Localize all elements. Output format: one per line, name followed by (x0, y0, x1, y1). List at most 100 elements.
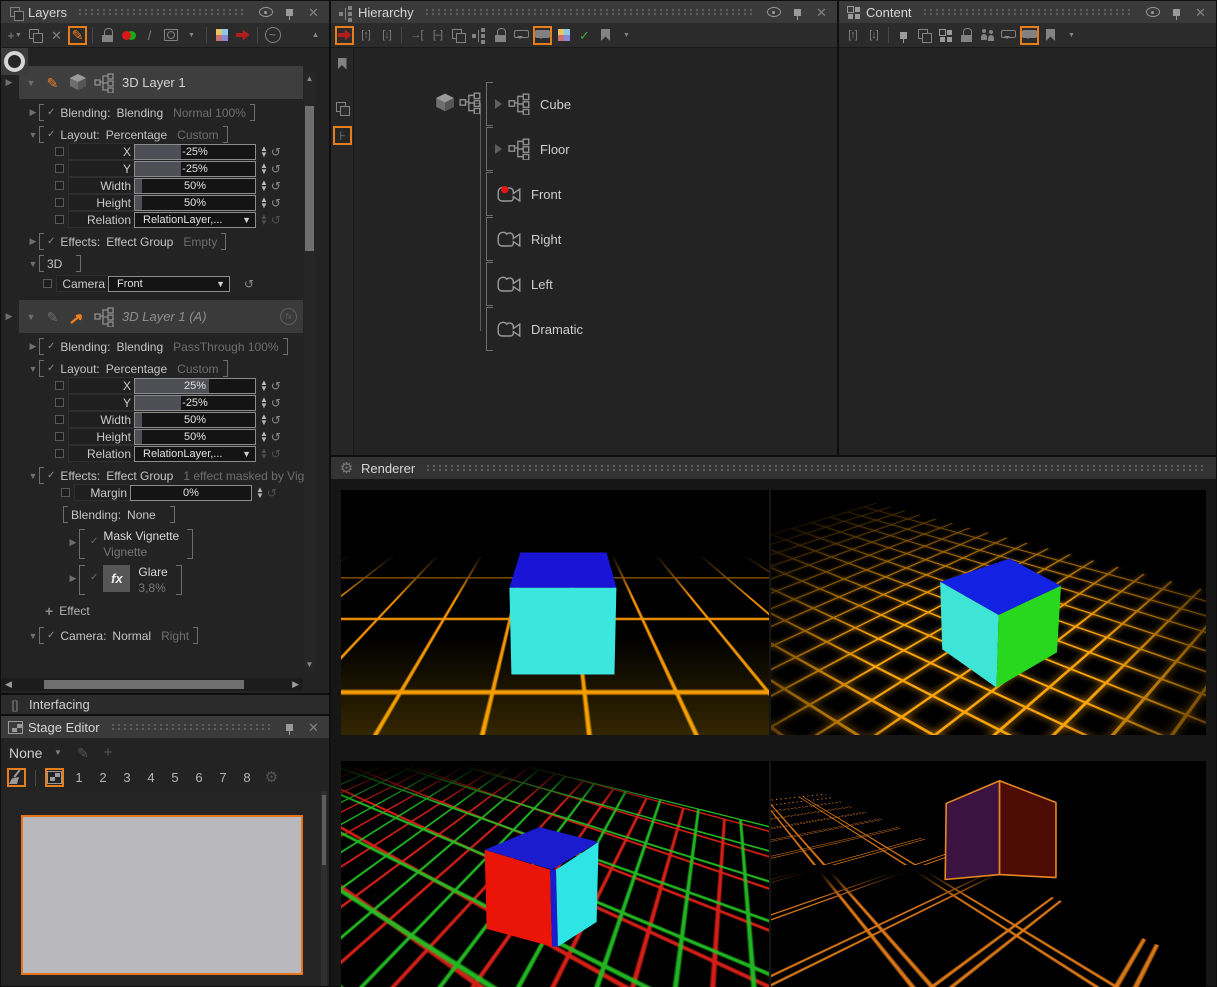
lock-icon[interactable] (491, 26, 510, 45)
bookmark-icon[interactable] (1041, 26, 1060, 45)
stepper[interactable]: ▲▼ (256, 487, 264, 499)
panel-drag-texture[interactable] (425, 464, 1205, 472)
checkbox[interactable] (55, 432, 64, 441)
check-icon[interactable]: ✓ (47, 129, 55, 140)
pin-icon[interactable] (1167, 3, 1186, 22)
pin-icon[interactable] (280, 718, 299, 737)
check-icon[interactable]: ✓ (47, 363, 55, 374)
check-icon[interactable]: ✓ (575, 26, 594, 45)
interfacing-panel[interactable]: Interfacing (0, 694, 330, 715)
duplicate-icon[interactable] (333, 99, 352, 118)
layer-row-3d-layer-1[interactable]: ▶ ▼ ✎ 3D Layer 1 (3, 66, 303, 99)
duplicate-icon[interactable] (915, 26, 934, 45)
panel-drag-texture[interactable] (922, 8, 1133, 16)
eye-icon[interactable] (1143, 3, 1162, 22)
effect-item-mask-vignette[interactable]: ▶ ✓ Mask Vignette Vignette (67, 529, 329, 559)
users-icon[interactable] (978, 26, 997, 45)
move-down-icon[interactable]: [↓] (377, 26, 396, 45)
red-arrow-icon[interactable] (233, 26, 252, 45)
checkbox[interactable] (55, 147, 64, 156)
viewport-right[interactable] (771, 490, 1206, 735)
expander-icon[interactable] (495, 99, 507, 109)
stage-slot-7[interactable]: 7 (214, 770, 232, 785)
stage-slot-4[interactable]: 4 (142, 770, 160, 785)
solo-mute-icon[interactable] (119, 26, 138, 45)
layer-expander-icon[interactable]: ▶ (3, 311, 15, 322)
reset-icon[interactable]: ↺ (271, 162, 281, 176)
dropdown-arrow-icon[interactable]: ▼ (1062, 26, 1081, 45)
stepper[interactable]: ▲▼ (260, 431, 268, 443)
viewport-dramatic[interactable] (771, 761, 1206, 987)
reset-icon[interactable]: ↺ (271, 413, 281, 427)
expander-icon[interactable]: ▶ (67, 537, 79, 548)
eye-icon[interactable] (764, 3, 783, 22)
vertical-scrollbar[interactable]: ▲▼ (304, 72, 315, 671)
3d-section[interactable]: ▼ 3D (27, 255, 329, 272)
check-icon[interactable]: ✓ (47, 470, 55, 481)
expander-icon[interactable]: ▼ (27, 471, 39, 481)
expander-icon[interactable]: ▶ (27, 341, 39, 352)
stage-slot-8[interactable]: 8 (238, 770, 256, 785)
reset-icon[interactable]: ↺ (271, 145, 281, 159)
stage-slot-5[interactable]: 5 (166, 770, 184, 785)
dropdown-arrow-icon[interactable]: ▼ (48, 743, 67, 762)
expander-icon[interactable]: ▼ (27, 364, 39, 374)
check-icon[interactable]: ✓ (90, 572, 98, 583)
panel-drag-texture[interactable] (110, 723, 270, 731)
panel-drag-texture[interactable] (77, 8, 246, 16)
effects-section[interactable]: ▶ ✓ Effects: Effect Group Empty (27, 233, 329, 250)
checkbox[interactable] (55, 215, 64, 224)
mask-shape-icon[interactable] (161, 26, 180, 45)
stepper[interactable]: ▲▼ (260, 380, 268, 392)
tree-node-left[interactable]: Left (486, 262, 553, 306)
check-icon[interactable]: ✓ (47, 107, 55, 118)
thumbnail-grid-icon[interactable] (936, 26, 955, 45)
y-field[interactable]: -25% (134, 395, 256, 411)
duplicate-icon[interactable] (449, 26, 468, 45)
insert-icon[interactable]: →[ (407, 26, 426, 45)
comment-filled-icon[interactable] (533, 26, 552, 45)
relation-dropdown[interactable]: RelationLayer,...▼ (134, 212, 256, 228)
tag-icon[interactable] (894, 26, 913, 45)
expander-icon[interactable]: ▶ (27, 107, 39, 118)
bookmark-icon[interactable] (333, 54, 352, 73)
scrollbar-thumb[interactable] (305, 106, 314, 251)
add-layer-button[interactable]: +▼ (5, 26, 24, 45)
expander-icon[interactable]: ▶ (67, 573, 79, 584)
close-icon[interactable]: ✕ (304, 718, 323, 737)
panel-drag-texture[interactable] (424, 8, 754, 16)
width-field[interactable]: 50% (134, 178, 256, 194)
expander-icon[interactable]: ▼ (27, 259, 39, 269)
pin-icon[interactable] (280, 3, 299, 22)
viewport-stereo[interactable] (341, 761, 769, 987)
expander-icon[interactable]: ▼ (27, 631, 39, 641)
lock-icon[interactable] (957, 26, 976, 45)
layout-mode-icon[interactable] (45, 768, 64, 787)
reset-icon[interactable]: ↺ (271, 179, 281, 193)
stage-slot-2[interactable]: 2 (94, 770, 112, 785)
tree-node-floor[interactable]: Floor (486, 127, 570, 171)
close-icon[interactable]: ✕ (1191, 3, 1210, 22)
stepper[interactable]: ▲▼ (260, 163, 268, 175)
close-icon[interactable]: ✕ (812, 3, 831, 22)
stage-screen-preview[interactable] (21, 815, 303, 975)
stepper[interactable]: ▲▼ (260, 197, 268, 209)
horizontal-scrollbar[interactable]: ◀▶ (1, 678, 303, 691)
layer-expander-icon[interactable]: ▶ (3, 77, 15, 88)
stepper[interactable]: ▲▼ (260, 146, 268, 158)
height-field[interactable]: 50% (134, 195, 256, 211)
height-field[interactable]: 50% (134, 429, 256, 445)
red-arrow-icon[interactable] (335, 26, 354, 45)
eye-icon[interactable] (256, 3, 275, 22)
x-field[interactable]: -25% (134, 144, 256, 160)
relation-dropdown[interactable]: RelationLayer,...▼ (134, 446, 256, 462)
checkbox[interactable] (55, 398, 64, 407)
slash-icon[interactable]: / (140, 26, 159, 45)
tree-view-icon[interactable] (470, 26, 489, 45)
reset-icon[interactable]: ↺ (271, 396, 281, 410)
checkbox[interactable] (55, 181, 64, 190)
effects-section[interactable]: ▼ ✓ Effects: Effect Group 1 effect maske… (27, 467, 329, 484)
check-icon[interactable]: ✓ (47, 630, 55, 641)
check-icon[interactable]: ✓ (47, 236, 55, 247)
reset-icon[interactable]: ↺ (271, 196, 281, 210)
